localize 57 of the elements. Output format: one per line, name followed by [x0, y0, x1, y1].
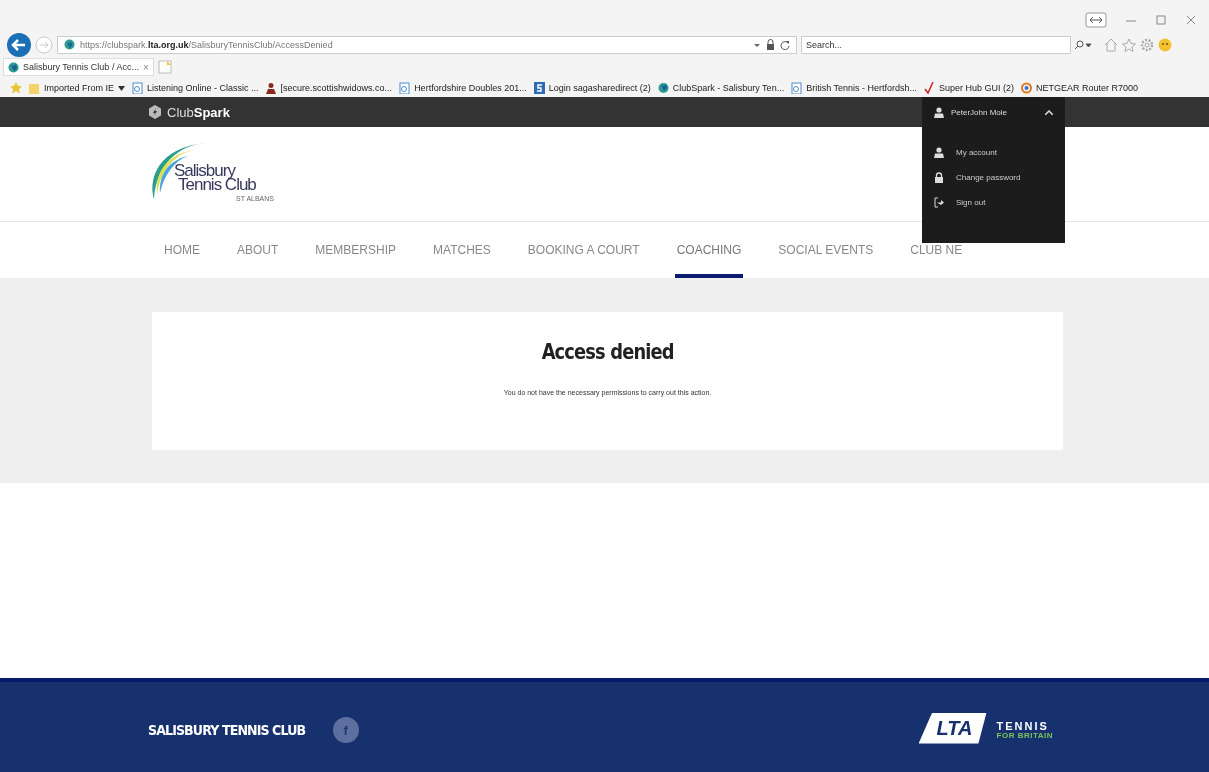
folder-icon	[29, 82, 40, 95]
nav-link[interactable]: SOCIAL EVENTS	[776, 222, 876, 278]
caret-icon	[118, 85, 126, 91]
bookmark-link[interactable]: ClubSpark - Salisbury Ten...	[657, 82, 785, 95]
maximize-icon[interactable]	[1155, 14, 1167, 26]
bookmark-link[interactable]: British Tennis - Hertfordsh...	[791, 82, 917, 95]
page-heading: Access denied	[541, 340, 674, 364]
bookmark-link[interactable]: Imported From IE	[29, 82, 126, 95]
home-icon[interactable]	[1104, 37, 1118, 52]
bookmark-link[interactable]: Login sagasharedirect (2)	[533, 82, 651, 95]
menu-item[interactable]: Sign out	[934, 197, 1053, 208]
back-icon[interactable]	[7, 32, 31, 57]
settings-icon[interactable]	[1140, 37, 1154, 52]
tab-title: Salisbury Tennis Club / Acc...	[23, 62, 139, 73]
bookmark-link[interactable]: [secure.scottishwidows.co...	[265, 82, 393, 95]
globe-icon	[64, 39, 75, 51]
smiley-icon[interactable]	[1158, 37, 1172, 52]
url-text: https://clubspark.lta.org.uk/SalisburyTennisClub/AccessDenied	[80, 39, 333, 50]
lta-logo[interactable]: LTA	[918, 712, 987, 744]
globe-icon	[657, 82, 669, 95]
menu-item[interactable]: Change password	[934, 172, 1053, 183]
nav-link[interactable]: BOOKING A COURT	[525, 222, 642, 278]
clubspark-logo[interactable]: ClubSpark	[167, 104, 230, 120]
resize-icon[interactable]	[1085, 12, 1107, 28]
new-tab-icon[interactable]	[157, 60, 172, 75]
logo-tagline: FOR BRITAIN	[996, 731, 1053, 741]
footer-club-name: SALISBURY TENNIS CLUB	[148, 722, 306, 738]
menu-item[interactable]: My account	[934, 147, 1053, 158]
tab-close-button[interactable]: ×	[142, 61, 149, 73]
sign-out-icon	[934, 197, 944, 208]
star-icon[interactable]	[1122, 37, 1136, 52]
ring-icon	[1021, 82, 1033, 95]
nav-link[interactable]: HOME	[162, 222, 202, 278]
nav-link[interactable]: ABOUT	[235, 222, 281, 278]
bolt-icon	[148, 105, 162, 119]
search-field[interactable]: Search...	[801, 35, 1071, 54]
logo-tagline: TENNIS	[996, 719, 1050, 732]
address-bar[interactable]: https://clubspark.lta.org.uk/SalisburyTennisClub/AccessDenied	[57, 35, 797, 54]
bookmark-link[interactable]: Super Hub GUI (2)	[924, 82, 1015, 95]
person-icon	[265, 82, 277, 95]
nav-link[interactable]: MEMBERSHIP	[313, 222, 399, 278]
user-menu-toggle[interactable]: PeterJohn Mole	[922, 97, 1065, 127]
favorites-star-icon	[10, 82, 22, 95]
bookmark-link[interactable]: Listening Online - Classic ...	[132, 82, 259, 95]
lock-icon	[766, 39, 775, 51]
refresh-icon[interactable]	[780, 39, 790, 50]
bookmark-link[interactable]: Hertfordshire Doubles 201...	[399, 82, 527, 95]
browser-tab[interactable]: Salisbury Tennis Club / Acc... ×	[3, 58, 154, 77]
tick-icon	[924, 82, 935, 95]
search-icon[interactable]	[1074, 39, 1092, 50]
user-icon	[934, 106, 944, 118]
close-icon[interactable]	[1185, 14, 1197, 26]
bookmark-link[interactable]: NETGEAR Router R7000	[1021, 82, 1139, 95]
lock-icon	[934, 172, 944, 183]
user-icon	[934, 147, 944, 158]
nav-link[interactable]: MATCHES	[431, 222, 493, 278]
globe-icon	[8, 61, 19, 73]
